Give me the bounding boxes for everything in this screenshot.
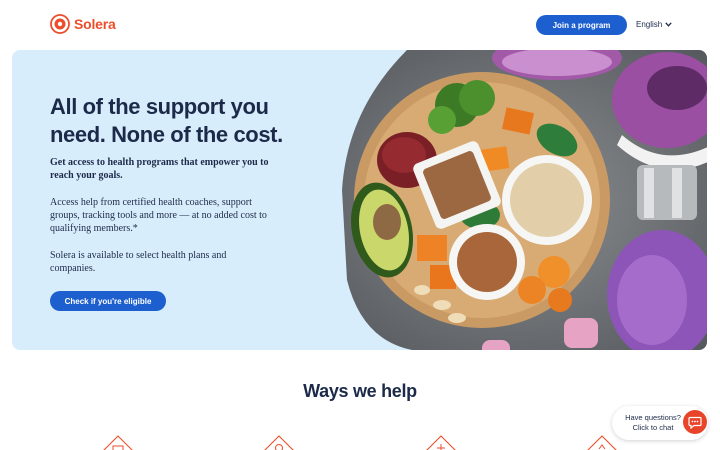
ways-we-help-heading: Ways we help bbox=[303, 381, 417, 401]
hero-title: All of the support you need. None of the… bbox=[50, 94, 283, 147]
chevron-down-icon bbox=[665, 22, 672, 27]
check-eligibility-button[interactable]: Check if you're eligible bbox=[50, 291, 166, 311]
hero-banner: All of the support you need. None of the… bbox=[12, 50, 707, 350]
hero-description: Access help from certified health coache… bbox=[50, 197, 267, 234]
chat-line-click: Click to chat bbox=[632, 423, 674, 432]
language-label: English bbox=[636, 20, 663, 29]
tracking-icon bbox=[426, 435, 456, 450]
chat-prompt-text: Have questions? Click to chat bbox=[620, 413, 686, 433]
hero-subtitle: Get access to health programs that empow… bbox=[50, 157, 269, 181]
chat-bubble-icon bbox=[688, 416, 702, 429]
site-header: Solera Join a program English bbox=[0, 0, 720, 50]
language-selector[interactable]: English bbox=[636, 20, 672, 29]
hero-availability-note: Solera is available to select health pla… bbox=[50, 250, 227, 274]
solera-logo-icon bbox=[50, 14, 70, 34]
join-program-button[interactable]: Join a program bbox=[536, 15, 627, 35]
wellness-icon bbox=[587, 435, 617, 450]
brand-name: Solera bbox=[74, 16, 116, 32]
chat-button[interactable] bbox=[683, 410, 707, 434]
chat-line-questions: Have questions? bbox=[625, 413, 681, 422]
location-icon bbox=[264, 435, 294, 450]
solera-logo[interactable]: Solera bbox=[50, 14, 116, 34]
coaching-icon bbox=[103, 435, 133, 450]
